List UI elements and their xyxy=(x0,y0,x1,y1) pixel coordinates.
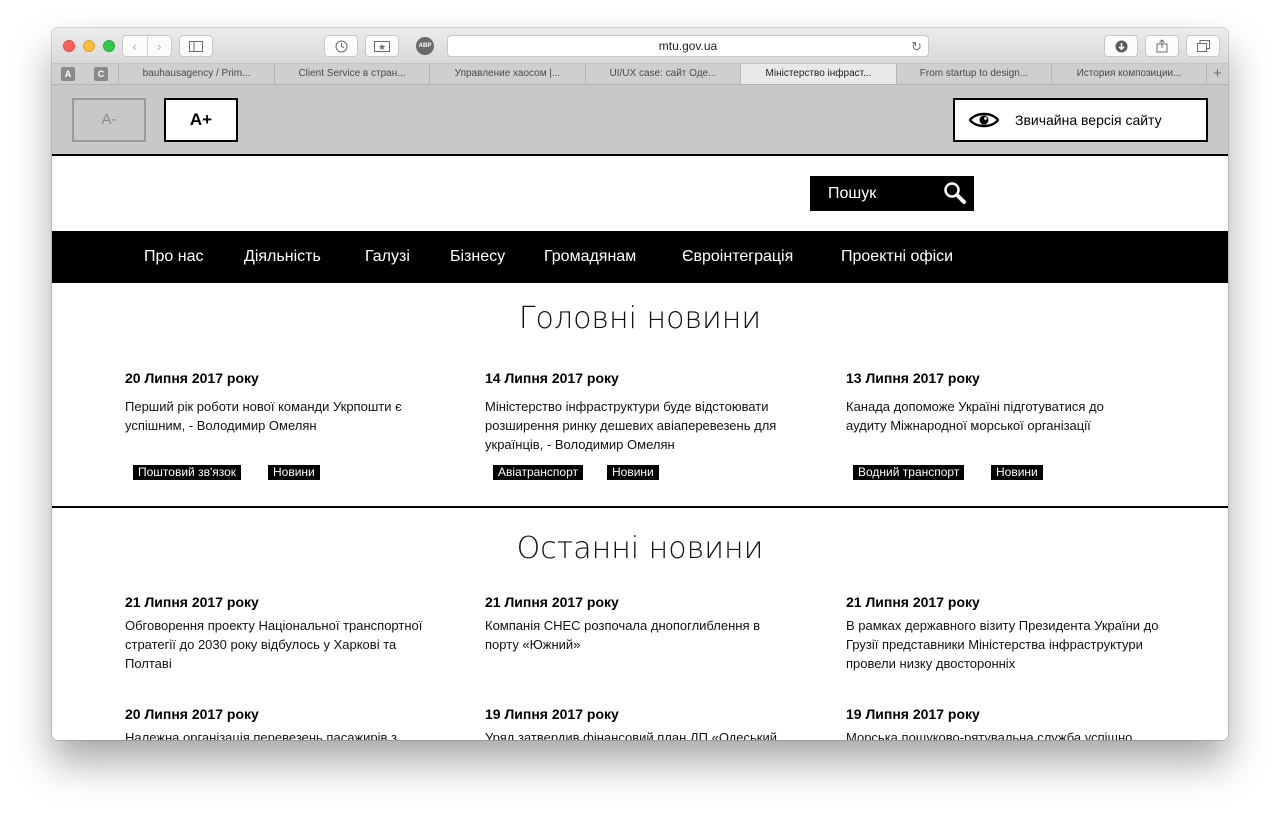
news-date: 20 Липня 2017 року xyxy=(125,370,259,386)
reload-icon[interactable]: ↻ xyxy=(911,37,922,57)
share-icon xyxy=(1156,39,1168,53)
browser-tab[interactable]: UI/UX case: сайт Оде... xyxy=(585,64,740,84)
browser-tab[interactable]: From startup to design... xyxy=(896,64,1051,84)
header-search-row: Пошук xyxy=(52,158,1228,231)
web-page: A- A+ Звичайна версія сайту Пошук Про на… xyxy=(52,85,1228,740)
main-news-title: Головні новини xyxy=(518,301,762,336)
url-text: mtu.gov.ua xyxy=(658,39,718,53)
news-headline[interactable]: Морська пошуково-рятувальна служба успіш… xyxy=(846,728,1176,740)
history-button[interactable] xyxy=(324,35,358,57)
close-window-button[interactable] xyxy=(63,40,75,52)
tab-overview-button[interactable] xyxy=(1186,35,1220,57)
search-input[interactable]: Пошук xyxy=(810,176,974,211)
news-date: 21 Липня 2017 року xyxy=(125,594,259,610)
browser-tab-active[interactable]: Міністерство інфраст... xyxy=(740,64,896,84)
nav-item-project-offices[interactable]: Проектні офіси xyxy=(841,231,953,283)
browser-tab[interactable]: Управление хаосом |... xyxy=(429,64,585,84)
latest-news-title: Останні новини xyxy=(516,531,764,566)
tab-strip: A C bauhausagency / Prim... Client Servi… xyxy=(52,64,1228,85)
forward-icon[interactable]: › xyxy=(146,36,172,56)
search-icon[interactable] xyxy=(942,180,968,206)
news-tag[interactable]: Новини xyxy=(607,465,659,480)
clock-icon xyxy=(335,40,347,52)
news-tag[interactable]: Поштовий зв'язок xyxy=(133,465,242,480)
browser-window: ‹ › ★ ABP mtu.gov.ua ↻ A C bauhausagency… xyxy=(52,28,1228,740)
news-date: 19 Липня 2017 року xyxy=(846,706,980,722)
news-date: 20 Липня 2017 року xyxy=(125,706,259,722)
accessibility-bar: A- A+ Звичайна версія сайту xyxy=(52,85,1228,156)
share-button[interactable] xyxy=(1145,35,1179,57)
nav-item-citizens[interactable]: Громадянам xyxy=(544,231,636,283)
search-placeholder: Пошук xyxy=(828,185,877,202)
adblock-button[interactable]: ABP xyxy=(412,35,438,57)
news-headline[interactable]: Канада допоможе Україні підготуватися до… xyxy=(846,397,1146,435)
sidebar-icon xyxy=(189,40,203,52)
news-date: 21 Липня 2017 року xyxy=(485,594,619,610)
news-headline[interactable]: Перший рік роботи нової команди Укрпошти… xyxy=(125,397,435,435)
news-tag[interactable]: Водний транспорт xyxy=(853,465,965,480)
news-tag[interactable]: Новини xyxy=(268,465,320,480)
minimize-window-button[interactable] xyxy=(83,40,95,52)
nav-item-activity[interactable]: Діяльність xyxy=(244,231,321,283)
star-icon: ★ xyxy=(374,40,390,52)
new-tab-button[interactable]: + xyxy=(1206,64,1228,84)
main-navigation: Про нас Діяльність Галузі Бізнесу Громад… xyxy=(52,231,1228,283)
normal-version-label: Звичайна версія сайту xyxy=(1015,112,1162,128)
address-bar[interactable]: mtu.gov.ua ↻ xyxy=(447,35,929,57)
pinned-tab-c[interactable]: C xyxy=(94,67,108,81)
news-headline[interactable]: Обговорення проекту Національної транспо… xyxy=(125,616,435,673)
nav-item-industries[interactable]: Галузі xyxy=(365,231,410,283)
news-date: 19 Липня 2017 року xyxy=(485,706,619,722)
nav-item-about[interactable]: Про нас xyxy=(144,231,203,283)
eye-icon xyxy=(969,112,999,128)
section-divider xyxy=(52,506,1228,508)
adblock-icon: ABP xyxy=(416,37,434,55)
nav-item-business[interactable]: Бізнесу xyxy=(450,231,505,283)
top-sites-button[interactable]: ★ xyxy=(365,35,399,57)
svg-text:★: ★ xyxy=(378,42,386,52)
browser-tab[interactable]: Client Service в стран... xyxy=(274,64,429,84)
news-headline[interactable]: Уряд затвердив фінансовий план ДП «Одесь… xyxy=(485,728,815,740)
news-tag[interactable]: Новини xyxy=(991,465,1043,480)
news-headline[interactable]: Міністерство інфраструктури буде відстою… xyxy=(485,397,805,454)
tabs-icon xyxy=(1196,40,1210,52)
downloads-button[interactable] xyxy=(1104,35,1138,57)
decrease-font-button[interactable]: A- xyxy=(72,98,146,142)
news-headline[interactable]: В рамках державного візиту Президента Ук… xyxy=(846,616,1176,673)
news-date: 14 Липня 2017 року xyxy=(485,370,619,386)
news-date: 21 Липня 2017 року xyxy=(846,594,980,610)
back-icon[interactable]: ‹ xyxy=(123,36,147,56)
pinned-tab-a[interactable]: A xyxy=(61,67,75,81)
news-headline[interactable]: Належна організація перевезень пасажирів… xyxy=(125,728,455,740)
browser-toolbar: ‹ › ★ ABP mtu.gov.ua ↻ xyxy=(52,28,1228,64)
browser-tab[interactable]: bauhausagency / Prim... xyxy=(118,64,274,84)
news-headline[interactable]: Компанія CHEC розпочала днопоглиблення в… xyxy=(485,616,785,654)
back-forward-group: ‹ › xyxy=(122,35,172,57)
news-tag[interactable]: Авіатранспорт xyxy=(493,465,584,480)
increase-font-button[interactable]: A+ xyxy=(164,98,238,142)
browser-tab[interactable]: История композиции... xyxy=(1051,64,1206,84)
news-date: 13 Липня 2017 року xyxy=(846,370,980,386)
download-icon xyxy=(1115,40,1127,52)
normal-version-button[interactable]: Звичайна версія сайту xyxy=(953,98,1208,142)
nav-item-eurointegration[interactable]: Євроінтеграція xyxy=(682,231,793,283)
sidebar-toggle-button[interactable] xyxy=(179,35,213,57)
maximize-window-button[interactable] xyxy=(103,40,115,52)
